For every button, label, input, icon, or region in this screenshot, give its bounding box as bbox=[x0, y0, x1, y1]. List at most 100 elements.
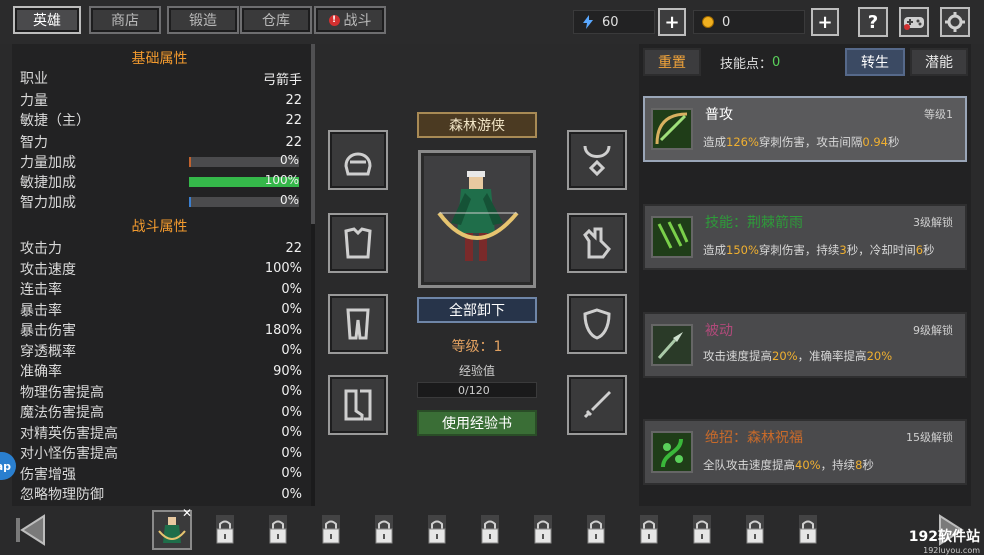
attr-value: 100% bbox=[264, 261, 302, 276]
lock-icon bbox=[481, 515, 499, 544]
skill-name: 普攻 bbox=[705, 107, 733, 123]
energy-display: 60 bbox=[573, 10, 655, 34]
help-button[interactable]: ? bbox=[858, 7, 888, 37]
shield-slot[interactable] bbox=[567, 294, 627, 354]
attr-label: 穿透概率 bbox=[20, 343, 76, 360]
forest-blessing-icon bbox=[651, 431, 693, 473]
skill-desc: 攻击速度提高20%，准确率提高20% bbox=[703, 348, 892, 364]
skill-card-passive[interactable]: 被动 9级解锁 攻击速度提高20%，准确率提高20% bbox=[643, 312, 967, 378]
tab-hero[interactable]: 英雄 bbox=[13, 6, 81, 34]
unequip-all-button[interactable]: 全部卸下 bbox=[417, 297, 537, 323]
attr-row: 对小怪伤害提高 0% bbox=[20, 443, 302, 463]
gloves-slot[interactable] bbox=[567, 213, 627, 273]
helmet-slot[interactable] bbox=[328, 130, 388, 190]
attr-label: 智力 bbox=[20, 135, 48, 151]
gold-value: 0 bbox=[722, 14, 731, 30]
locked-hero-slot[interactable] bbox=[735, 510, 775, 550]
add-energy-button[interactable]: + bbox=[658, 8, 686, 36]
plus-icon: + bbox=[817, 11, 833, 33]
pants-slot[interactable] bbox=[328, 294, 388, 354]
shield-icon bbox=[583, 308, 611, 340]
locked-hero-slot[interactable] bbox=[576, 510, 616, 550]
attr-value: 0% bbox=[281, 281, 302, 297]
locked-hero-slot[interactable] bbox=[523, 510, 563, 550]
locked-hero-slot[interactable] bbox=[629, 510, 669, 550]
question-icon: ? bbox=[867, 11, 879, 33]
hero-class-name: 森林游侠 bbox=[449, 118, 505, 134]
attributes-scroll-thumb[interactable] bbox=[311, 44, 315, 224]
add-gold-button[interactable]: + bbox=[811, 8, 839, 36]
gold-coin-icon bbox=[702, 16, 714, 28]
skill-name: 绝招：森林祝福 bbox=[705, 430, 803, 446]
skill-desc: 造成150%穿刺伤害，持续3秒，冷却时间6秒 bbox=[703, 242, 935, 258]
attr-row: 伤害增强 0% bbox=[20, 464, 302, 484]
lock-icon bbox=[322, 515, 340, 544]
attr-value: 90% bbox=[273, 363, 302, 379]
skill-desc-text: 造成 bbox=[703, 243, 726, 257]
locked-hero-slot[interactable] bbox=[205, 510, 245, 550]
attr-value: 22 bbox=[285, 134, 302, 150]
attr-value: 22 bbox=[285, 240, 302, 256]
bonus-bar-fill bbox=[189, 197, 192, 207]
skill-unlock-level: 9级解锁 bbox=[913, 324, 953, 337]
attributes-panel: 基础属性 职业 弓箭手 力量 22 敏捷（主） 22 智力 22 力量加成 0% 敏捷加… bbox=[12, 44, 314, 506]
locked-hero-slot[interactable] bbox=[364, 510, 404, 550]
bonus-bar: 100% bbox=[189, 173, 299, 187]
tab-forge-label: 锻造 bbox=[189, 13, 217, 29]
skill-card-forest-blessing[interactable]: 绝招：森林祝福 15级解锁 全队攻击速度提高40%，持续8秒 bbox=[643, 419, 967, 485]
reset-button[interactable]: 重置 bbox=[643, 48, 701, 76]
locked-hero-slot[interactable] bbox=[788, 510, 828, 550]
scroll-left-button[interactable] bbox=[12, 510, 52, 550]
skill-card-basic-attack[interactable]: 普攻 等级1 造成126%穿刺伤害，攻击间隔0.94秒 bbox=[643, 96, 967, 162]
skill-card-thorn-arrow-rain[interactable]: 技能：荆棘箭雨 3级解锁 造成150%穿刺伤害，持续3秒，冷却时间6秒 bbox=[643, 204, 967, 270]
bonus-bar: 0% bbox=[189, 193, 299, 207]
hero-portrait bbox=[418, 150, 536, 288]
attr-value: 0% bbox=[281, 404, 302, 420]
necklace-slot[interactable] bbox=[567, 130, 627, 190]
necklace-icon bbox=[583, 145, 611, 177]
remove-icon[interactable]: ✕ bbox=[182, 506, 192, 520]
tab-forge[interactable]: 锻造 bbox=[167, 6, 239, 34]
gear-icon bbox=[945, 12, 965, 32]
use-exp-book-button[interactable]: 使用经验书 bbox=[417, 410, 537, 436]
bonus-bar-value: 0% bbox=[279, 153, 299, 167]
gamepad-button[interactable] bbox=[899, 7, 929, 37]
tab-warehouse[interactable]: 仓库 bbox=[240, 6, 312, 34]
lock-icon bbox=[640, 515, 658, 544]
attr-label: 准确率 bbox=[20, 364, 62, 380]
settings-button[interactable] bbox=[940, 7, 970, 37]
exp-bar: 0/120 bbox=[417, 382, 537, 398]
locked-hero-slot[interactable] bbox=[470, 510, 510, 550]
skill-points-value: 0 bbox=[772, 54, 781, 70]
skill-desc-highlight: 40% bbox=[795, 458, 821, 472]
bonus-bar-value: 100% bbox=[264, 173, 299, 187]
attr-label: 忽略物理防御 bbox=[20, 487, 104, 503]
roster-hero-ranger[interactable]: ✕ bbox=[152, 506, 192, 550]
skill-desc-highlight: 6 bbox=[915, 243, 924, 257]
locked-hero-slot[interactable] bbox=[417, 510, 457, 550]
tab-shop[interactable]: 商店 bbox=[89, 6, 161, 34]
attr-value: 弓箭手 bbox=[262, 72, 302, 88]
skill-desc-text: 秒 bbox=[862, 458, 874, 472]
potential-button[interactable]: 潜能 bbox=[910, 48, 968, 76]
boots-slot[interactable] bbox=[328, 375, 388, 435]
attr-row: 物理伤害提高 0% bbox=[20, 382, 302, 402]
rebirth-button[interactable]: 转生 bbox=[845, 48, 905, 76]
skill-desc-text: 攻击速度提高 bbox=[703, 349, 772, 363]
locked-hero-slot[interactable] bbox=[258, 510, 298, 550]
plus-icon: + bbox=[664, 11, 680, 33]
locked-hero-slot[interactable] bbox=[311, 510, 351, 550]
lock-icon bbox=[428, 515, 446, 544]
skill-desc-text: 穿刺伤害，持续 bbox=[758, 243, 840, 257]
attr-label: 魔法伤害提高 bbox=[20, 405, 104, 421]
locked-hero-slot[interactable] bbox=[682, 510, 722, 550]
attr-value: 22 bbox=[285, 112, 302, 128]
helmet-icon bbox=[344, 152, 372, 176]
skill-desc-highlight: 0.94 bbox=[862, 135, 888, 149]
bonus-bar: 0% bbox=[189, 153, 299, 167]
weapon-slot[interactable] bbox=[567, 375, 627, 435]
armor-slot[interactable] bbox=[328, 213, 388, 273]
pants-icon bbox=[346, 308, 370, 340]
tab-hero-label: 英雄 bbox=[33, 13, 61, 29]
tab-battle[interactable]: ! 战斗 bbox=[314, 6, 386, 34]
